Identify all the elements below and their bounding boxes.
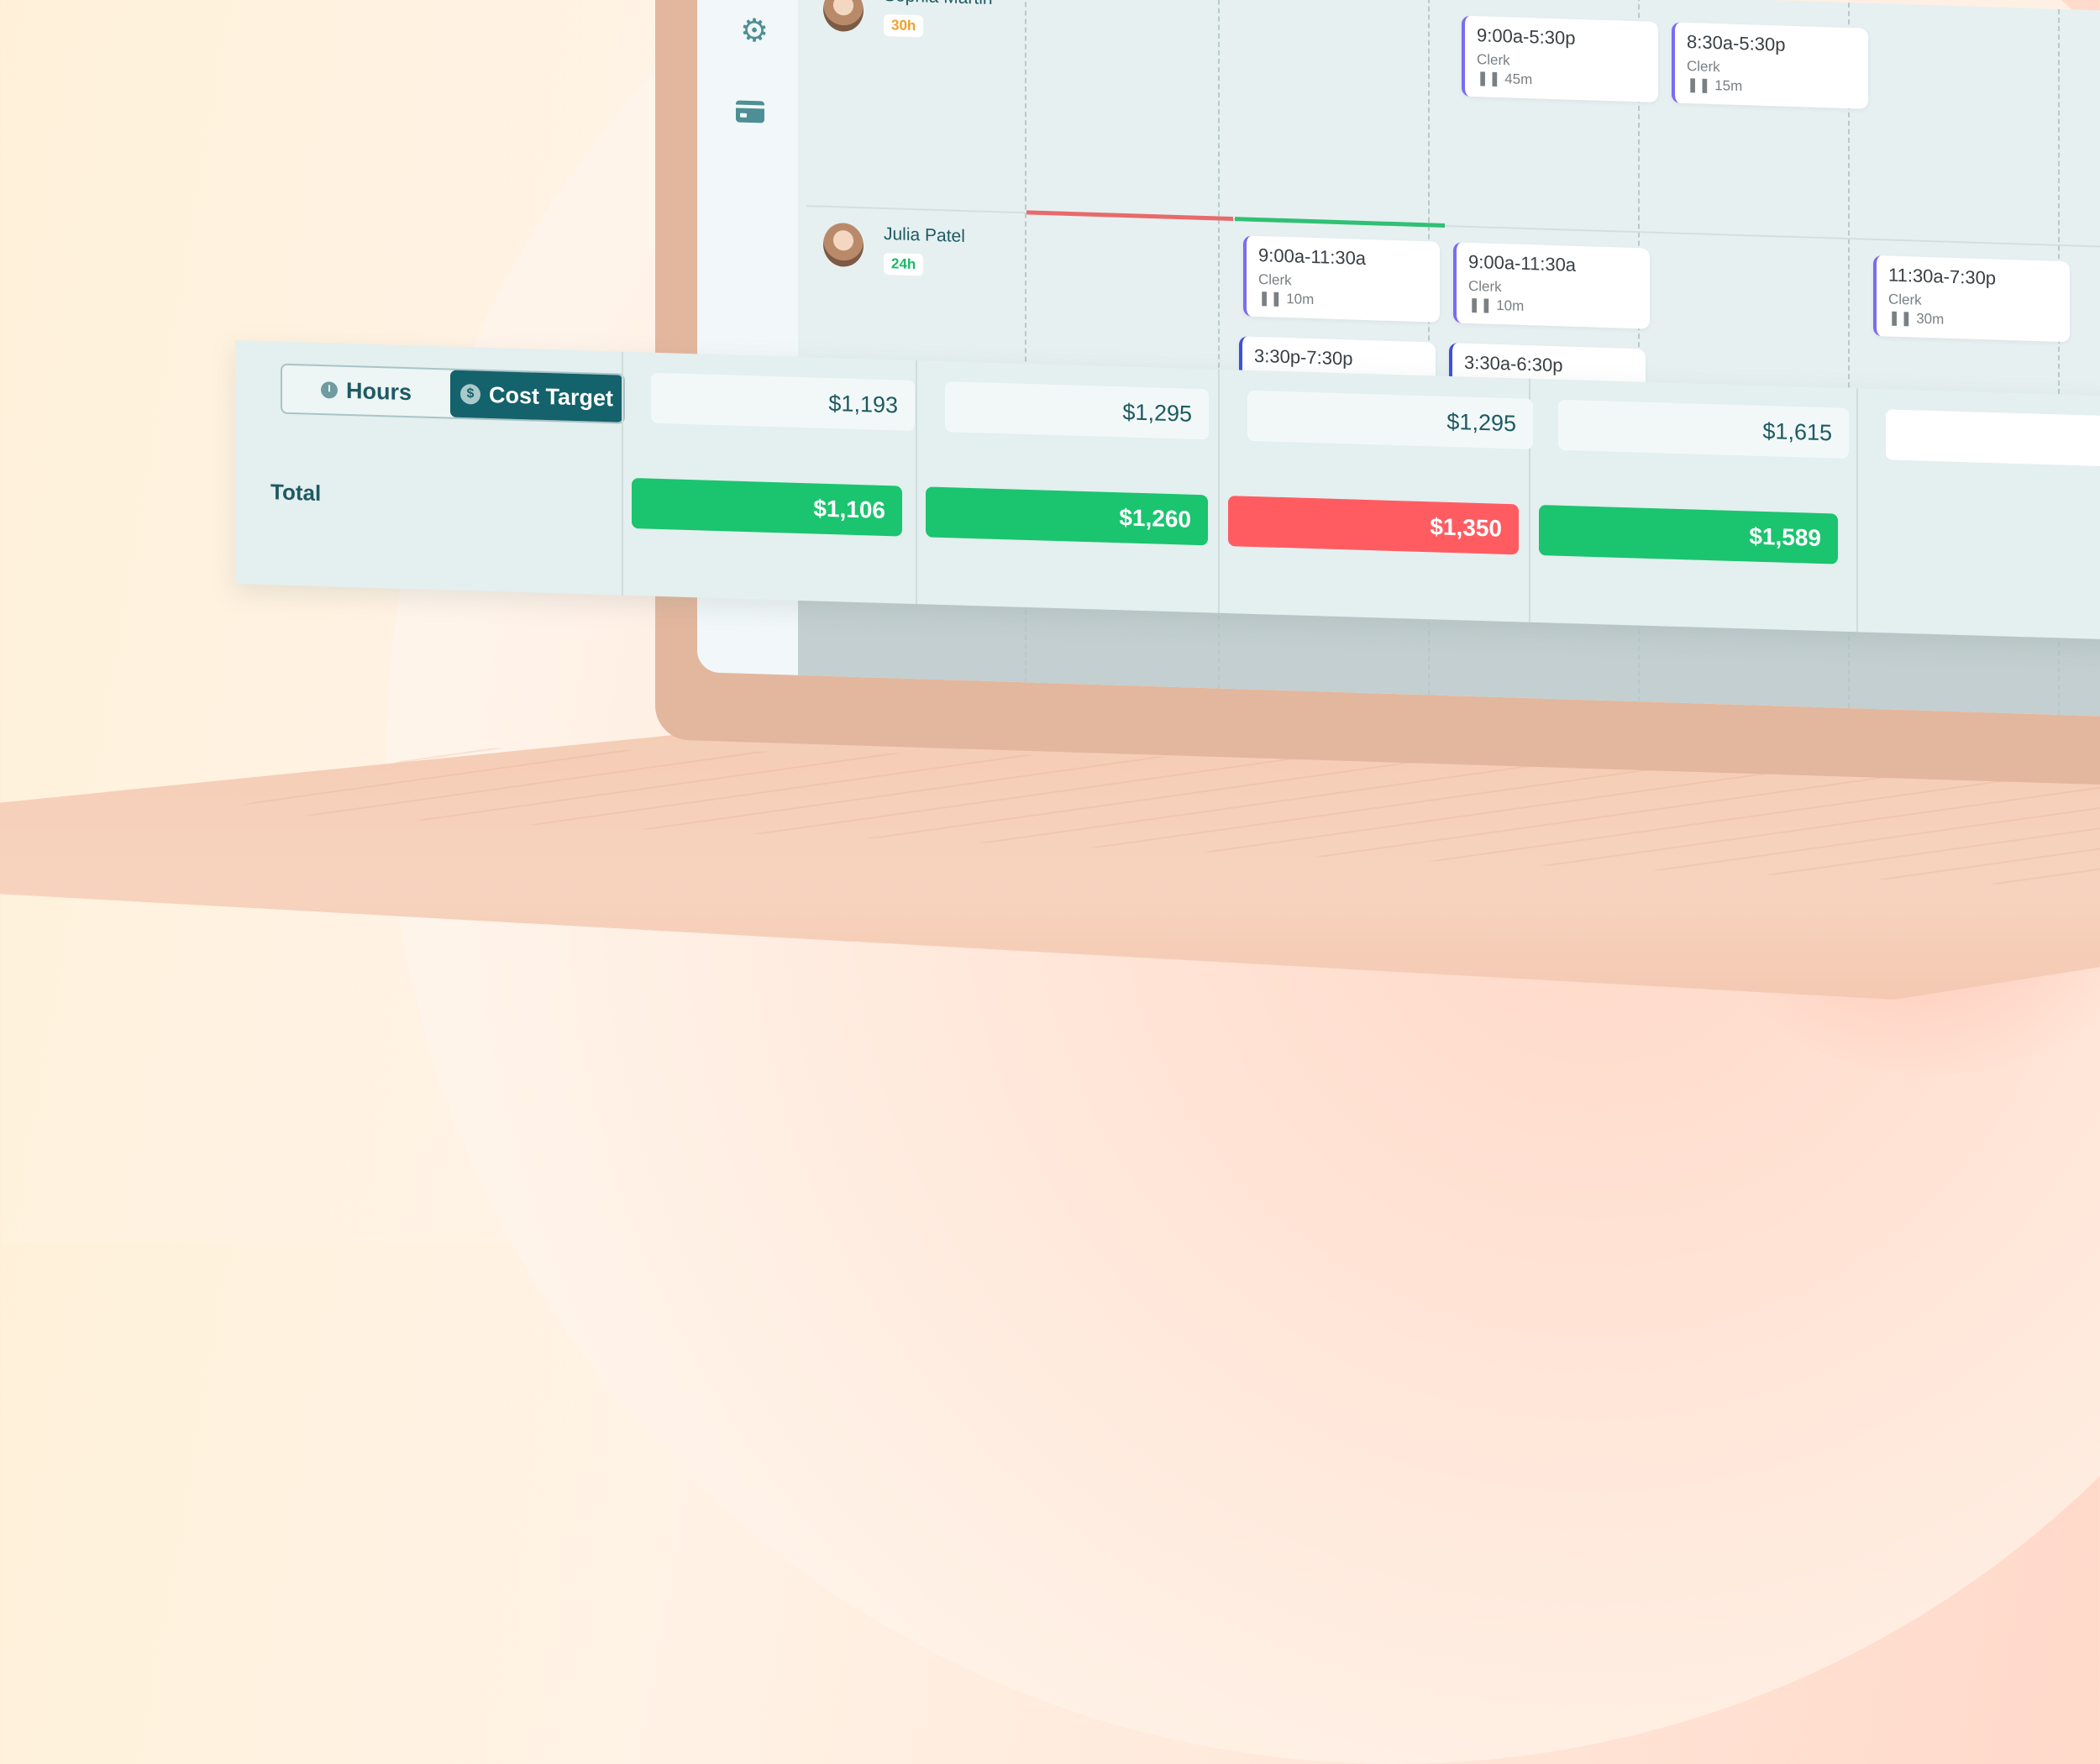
- column-divider: [916, 360, 917, 605]
- break-duration: 45m: [1504, 71, 1533, 88]
- over-budget-indicator: [1026, 210, 1233, 222]
- pause-icon: ❚❚: [1258, 289, 1287, 307]
- break-duration: 10m: [1496, 297, 1525, 314]
- column-divider: [1856, 388, 1858, 633]
- shift-card[interactable]: 11:30a-7:30p Clerk ❚❚ 30m: [1873, 255, 2070, 343]
- shift-card[interactable]: 8:30a-5:30p Clerk ❚❚ 15m: [1672, 22, 1868, 109]
- shift-card[interactable]: 9:00a-11:30a Clerk ❚❚ 10m: [1453, 242, 1650, 329]
- avatar: [823, 0, 864, 33]
- shift-time: 9:00a-5:30p: [1477, 24, 1576, 49]
- shift-time: 9:00a-11:30a: [1258, 244, 1367, 270]
- cost-target-value: $1,295: [945, 381, 1209, 440]
- view-toggle: Hours $ Cost Target: [281, 363, 625, 424]
- under-budget-indicator: [1235, 217, 1445, 228]
- cost-target-value: $1,615: [1558, 399, 1849, 459]
- cost-target-toggle-button[interactable]: $ Cost Target: [450, 370, 623, 423]
- row-divider: [806, 205, 2100, 249]
- shift-break: ❚❚ 45m: [1477, 70, 1532, 88]
- shift-time: 9:00a-11:30a: [1468, 250, 1577, 276]
- shift-time: 8:30a-5:30p: [1687, 31, 1786, 55]
- shift-role: Clerk: [1687, 58, 1720, 76]
- cost-target-value: [1886, 409, 2100, 469]
- shift-role: Clerk: [1477, 51, 1510, 69]
- actual-cost-bar: $1,350: [1228, 496, 1519, 555]
- credit-card-icon[interactable]: [736, 100, 764, 123]
- cost-target-value: $1,295: [1247, 390, 1533, 449]
- gear-icon[interactable]: ⚙: [738, 13, 771, 50]
- shift-card[interactable]: 9:00a-5:30p Clerk ❚❚ 45m: [1462, 15, 1658, 102]
- clock-icon: [320, 381, 338, 399]
- actual-cost-bar: $1,260: [926, 486, 1208, 546]
- hours-badge: 24h: [884, 252, 924, 276]
- break-duration: 10m: [1286, 291, 1315, 308]
- pause-icon: ❚❚: [1687, 76, 1715, 94]
- shift-break: ❚❚ 30m: [1888, 310, 1944, 328]
- break-duration: 15m: [1714, 77, 1743, 95]
- shift-card[interactable]: 9:00a-11:30a Clerk ❚❚ 10m: [1243, 235, 1440, 323]
- cost-target-label: Cost Target: [488, 381, 613, 411]
- hours-label: Hours: [345, 377, 412, 405]
- avatar: [823, 222, 864, 268]
- employee-name: Sophia Martin: [884, 0, 993, 9]
- column-divider: [622, 351, 623, 596]
- pause-icon: ❚❚: [1477, 70, 1505, 87]
- shift-role: Clerk: [1258, 270, 1292, 289]
- shift-role: Clerk: [1468, 277, 1502, 296]
- column-divider: [1218, 369, 1220, 613]
- actual-cost-bar: $1,106: [632, 478, 902, 537]
- hours-toggle-button[interactable]: Hours: [282, 365, 450, 417]
- pause-icon: ❚❚: [1888, 309, 1917, 327]
- actual-cost-bar: $1,589: [1539, 505, 1838, 564]
- break-duration: 30m: [1916, 310, 1945, 328]
- cost-target-value: $1,193: [651, 372, 915, 432]
- shift-role: Clerk: [1888, 291, 1922, 308]
- total-label: Total: [270, 479, 322, 507]
- dollar-icon: $: [459, 383, 480, 405]
- employee-name: Julia Patel: [884, 223, 965, 247]
- shift-time: 3:30p-7:30p: [1254, 344, 1353, 370]
- shift-break: ❚❚ 10m: [1258, 290, 1314, 308]
- shift-break: ❚❚ 10m: [1468, 297, 1524, 315]
- shift-time: 11:30a-7:30p: [1888, 264, 1997, 289]
- hours-badge: 30h: [884, 13, 924, 38]
- shift-break: ❚❚ 15m: [1687, 76, 1742, 95]
- pause-icon: ❚❚: [1468, 296, 1497, 313]
- shift-time: 3:30a-6:30p: [1464, 351, 1563, 376]
